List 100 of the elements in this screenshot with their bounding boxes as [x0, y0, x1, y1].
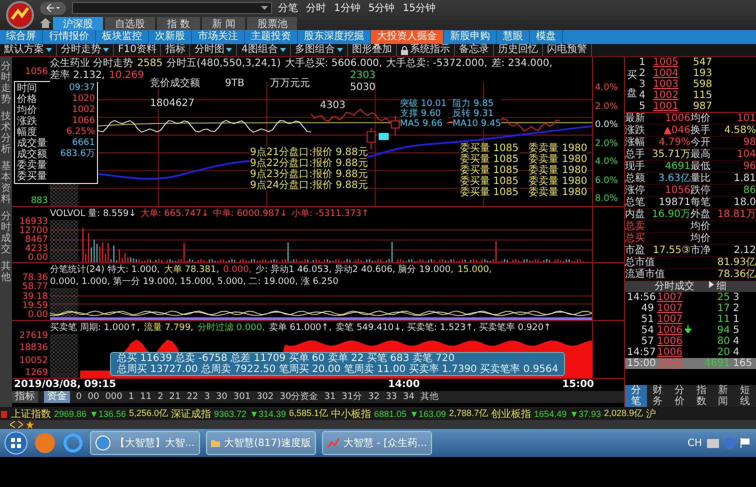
time-label: 14:00 — [388, 379, 420, 391]
browser-icon[interactable] — [62, 432, 84, 454]
panel-tab[interactable]: 分笔 — [625, 385, 647, 407]
panel-tab[interactable]: 短线 — [734, 385, 756, 407]
rank-text: 4 — [639, 90, 646, 101]
toolbar-button[interactable]: 备忘录 — [454, 44, 494, 56]
trade-volume: 25 — [716, 292, 731, 303]
lock-icon — [400, 46, 408, 54]
toolbar-button[interactable]: 系统指示 — [396, 44, 455, 56]
home-icon[interactable] — [40, 18, 51, 28]
market-tab[interactable]: 指 数 — [157, 16, 200, 30]
toolbar-button[interactable]: 闪电预警 — [542, 44, 592, 56]
stat-value: 104 — [736, 149, 756, 160]
panel-tab[interactable]: 指数 — [690, 385, 712, 407]
app-logo[interactable] — [3, 1, 37, 29]
star-icon[interactable] — [26, 420, 34, 428]
indicator-option[interactable]: 21 — [169, 391, 181, 403]
indicator-option[interactable]: 0 — [76, 391, 82, 403]
indicator-option[interactable]: 301 — [233, 391, 251, 403]
tooltip-value: 6661 — [72, 138, 95, 149]
indicator-option[interactable]: 30 — [216, 391, 228, 403]
period-link[interactable]: 15分钟 — [402, 1, 436, 15]
keyboard-icon[interactable] — [707, 438, 719, 448]
order-volume: 委买量 1085 — [460, 143, 519, 154]
rank-text: 3 — [639, 79, 646, 90]
trade-row[interactable]: 14:57 1006 20 4 — [625, 347, 756, 358]
trade-row[interactable]: 57 1006 80 4 — [625, 336, 756, 347]
side-tab[interactable]: 技术分析 — [1, 111, 11, 155]
panel-tab[interactable]: 分价 — [668, 385, 690, 407]
indicator-text: 众生药业 分时走势 — [50, 58, 134, 70]
auction-quote: 9点21分盘口:报价 9.88元 — [250, 147, 368, 158]
side-tab[interactable]: 分时走势 — [1, 61, 11, 105]
trade-time: 15:00 — [627, 358, 657, 369]
market-tab[interactable]: 股票池 — [247, 16, 298, 30]
side-tab[interactable]: 其他 — [1, 261, 11, 283]
trade-row[interactable]: 14:56 1007 25 3 — [625, 292, 756, 303]
toolbar-button[interactable]: 指标 — [161, 44, 190, 56]
indicator-option[interactable]: 302 — [256, 391, 274, 403]
period-link[interactable]: 5分钟 — [368, 1, 395, 15]
indicator-option[interactable]: 1 — [128, 391, 134, 403]
auction-quote: 9点24分盘口:报价 9.88元 — [250, 180, 368, 191]
trade-row[interactable]: 54 1006 94 5 — [625, 325, 756, 336]
stat-value: 81.93亿 — [717, 257, 756, 268]
indicator-option[interactable]: 34 — [403, 391, 414, 403]
level-label: 支撑 9.60 — [400, 109, 447, 119]
indicator-option[interactable]: 2 — [158, 391, 164, 403]
market-tab[interactable]: 自选股 — [105, 16, 155, 30]
order-volume: 委卖量 1980 — [528, 143, 588, 154]
toolbar-button[interactable]: 分时走势 — [57, 44, 114, 56]
toolbar-button[interactable]: 默认方案 — [0, 44, 57, 56]
toolbar-button[interactable]: F10资料 — [114, 44, 162, 56]
toolbar-button[interactable]: 历史回忆 — [494, 44, 543, 56]
trade-price: 1006 — [657, 336, 684, 347]
market-tab[interactable]: 新 闻 — [202, 16, 246, 30]
period-link[interactable]: 分笔 — [278, 1, 298, 15]
auction-quote: 9点22分盘口:报价 9.88元 — [250, 158, 368, 169]
indicator-tab[interactable]: 指标 — [12, 391, 38, 403]
indicator-option[interactable]: 3 — [204, 391, 210, 403]
flag-icon[interactable] — [740, 438, 750, 448]
trade-row[interactable]: 49 1007 17 2 — [625, 303, 756, 314]
detail-link[interactable]: 细 — [708, 281, 726, 292]
indicator-option[interactable]: 32 — [368, 391, 380, 403]
indicator-option[interactable]: 22 — [186, 391, 198, 403]
indicator-option[interactable]: 33 — [386, 391, 398, 403]
panel-tab[interactable]: 财务 — [646, 385, 669, 407]
chart-label: 万万元元 — [270, 79, 310, 89]
indicator-option[interactable]: 11 — [140, 391, 152, 403]
toolbar-button[interactable]: 4图组合 — [237, 44, 291, 56]
order-volume: 委卖量 1980 — [528, 165, 588, 176]
indicator-option[interactable]: 00 — [88, 391, 100, 403]
indicator-option[interactable]: 30分资金 — [280, 391, 318, 403]
indicator-option[interactable]: 000 — [105, 391, 122, 403]
period-link[interactable]: 分时 — [306, 1, 326, 15]
stat-value: 18.0 — [734, 197, 756, 208]
panel-tab[interactable]: 新闻 — [712, 385, 734, 407]
side-tab[interactable]: 基本资料 — [1, 161, 11, 205]
chart-icon — [327, 435, 340, 451]
stat-value: 2.12 — [734, 245, 756, 256]
start-button[interactable] — [4, 431, 28, 455]
indicator-text: 大手总买: 5606.000, — [284, 58, 382, 70]
toolbar-button[interactable]: 分时图 — [190, 44, 238, 56]
toolbar-button[interactable]: 图形叠加 — [348, 44, 397, 56]
side-tab[interactable]: 分时成交 — [1, 211, 11, 255]
period-link[interactable]: 1分钟 — [334, 1, 360, 15]
summary-text: 总周买 13727.00 总周卖 7922.50 笔周买 20.00 笔周卖 11.00 买卖率 1.7390 买卖笔率 0.9564 — [117, 364, 558, 375]
globe-icon — [95, 435, 111, 451]
address-field[interactable] — [72, 2, 272, 14]
bid-volume: 987 — [693, 101, 714, 112]
trade-volume: 4691 — [704, 358, 731, 369]
language-indicator[interactable]: CH — [687, 438, 702, 448]
trade-row[interactable]: 51 1007 11 1 — [625, 314, 756, 325]
dropdown-icon — [280, 48, 286, 52]
caret-icon — [708, 281, 714, 288]
toolbar-button[interactable]: 多图组合 — [290, 44, 348, 56]
indicator-option[interactable]: 其他 — [420, 391, 438, 403]
back-button[interactable] — [40, 2, 66, 14]
trade-time: 57 — [640, 336, 655, 347]
indicator-option[interactable]: 31 — [324, 391, 336, 403]
trade-price: 1006 — [657, 325, 699, 336]
indicator-option[interactable]: 31分 — [342, 391, 362, 403]
